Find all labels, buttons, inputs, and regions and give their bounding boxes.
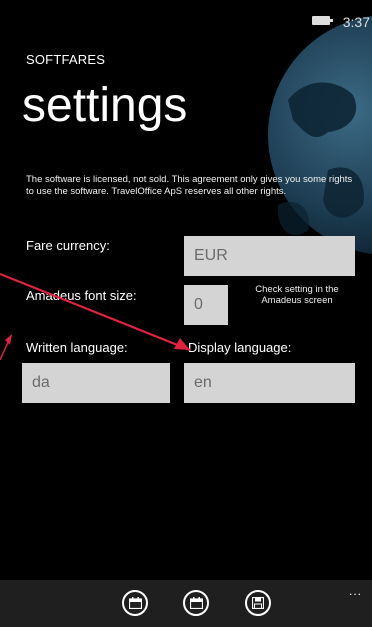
globe-background-image xyxy=(268,16,372,254)
battery-icon xyxy=(312,16,333,25)
display-language-field[interactable]: en xyxy=(184,363,355,403)
written-language-field[interactable]: da xyxy=(22,363,170,403)
license-text: The software is licensed, not sold. This… xyxy=(26,174,353,197)
amadeus-font-size-label: Amadeus font size: xyxy=(26,288,137,303)
save-icon xyxy=(252,597,264,609)
status-time: 3:37 xyxy=(342,14,370,30)
small-arrow-line xyxy=(0,337,11,361)
more-options-button[interactable]: ... xyxy=(349,584,362,598)
display-language-label: Display language: xyxy=(188,340,292,355)
calendar-button-2[interactable] xyxy=(183,590,209,616)
app-name: SOFTFARES xyxy=(26,52,106,67)
settings-screen: 3:37 SOFTFARES settings The software is … xyxy=(0,0,372,627)
calendar-icon xyxy=(189,597,203,609)
fare-currency-label: Fare currency: xyxy=(26,238,110,253)
small-arrow-head xyxy=(5,334,12,345)
amadeus-font-size-hint: Check setting in the Amadeus screen xyxy=(255,284,339,306)
status-bar: 3:37 xyxy=(0,0,372,40)
calendar-button-1[interactable] xyxy=(122,590,148,616)
amadeus-font-size-field[interactable]: 0 xyxy=(184,285,228,325)
calendar-icon xyxy=(128,597,142,609)
app-bar: ... xyxy=(0,580,372,627)
fare-currency-field[interactable]: EUR xyxy=(184,236,355,276)
written-language-label: Written language: xyxy=(26,340,128,355)
page-title: settings xyxy=(22,79,188,132)
save-button[interactable] xyxy=(245,590,271,616)
red-arrow-line xyxy=(0,272,191,352)
